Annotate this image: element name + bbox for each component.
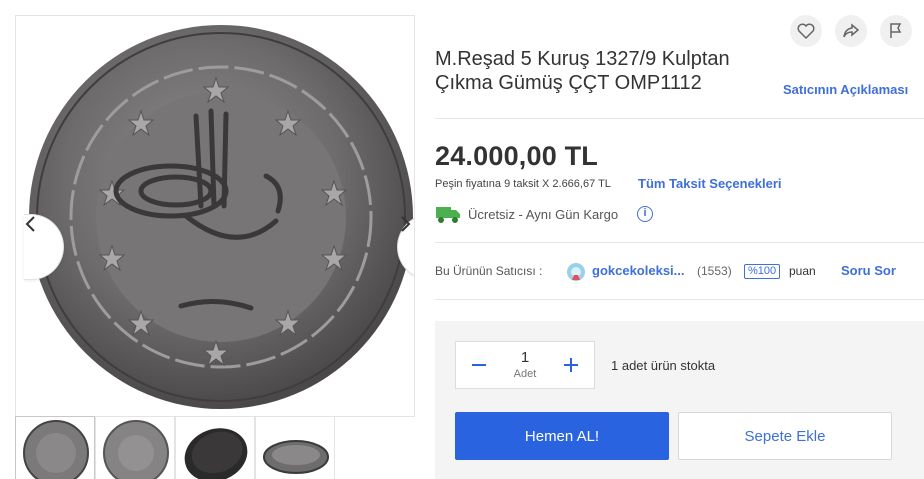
seller-score-label: puan bbox=[789, 264, 816, 278]
thumbnail-3[interactable] bbox=[175, 416, 255, 479]
buy-now-button[interactable]: Hemen AL! bbox=[455, 412, 669, 460]
product-title: M.Reşad 5 Kuruş 1327/9 Kulptan Çıkma Güm… bbox=[435, 48, 730, 94]
thumbnail-2[interactable] bbox=[95, 416, 175, 479]
favorite-button[interactable] bbox=[790, 15, 822, 47]
thumbnail-1[interactable] bbox=[15, 416, 95, 479]
installment-options-link[interactable]: Tüm Taksit Seçenekleri bbox=[638, 176, 782, 191]
divider bbox=[435, 118, 924, 119]
chevron-left-icon bbox=[25, 216, 35, 232]
thumbnail-strip bbox=[15, 416, 335, 479]
installment-text: Peşin fiyatına 9 taksit X 2.666,67 TL bbox=[435, 178, 611, 190]
coin-thumbnail bbox=[103, 420, 169, 479]
decrease-quantity-button[interactable] bbox=[456, 342, 502, 388]
coin-thumbnail bbox=[184, 428, 248, 479]
quantity-unit: Adet bbox=[513, 368, 537, 380]
flag-icon bbox=[890, 23, 902, 38]
divider bbox=[435, 242, 924, 243]
stock-text: 1 adet ürün stokta bbox=[611, 358, 716, 373]
heart-icon bbox=[797, 23, 815, 39]
quantity-stepper: 1 Adet bbox=[455, 341, 595, 389]
info-icon[interactable]: i bbox=[637, 206, 653, 222]
share-button[interactable] bbox=[835, 15, 867, 47]
truck-icon bbox=[436, 207, 460, 223]
seller-name-link[interactable]: gokcekoleksi... bbox=[592, 263, 685, 278]
chevron-right-icon bbox=[401, 216, 411, 232]
seller-description-link[interactable]: Satıcının Açıklaması bbox=[783, 82, 908, 97]
quantity-display[interactable]: 1 Adet bbox=[502, 349, 548, 381]
coin-image bbox=[29, 25, 413, 409]
seller-score-badge: %100 bbox=[744, 264, 781, 279]
quantity-value: 1 bbox=[520, 349, 530, 366]
product-main-image[interactable] bbox=[15, 15, 415, 417]
shipping-text: Ücretsiz - Aynı Gün Kargo bbox=[468, 207, 619, 222]
add-to-cart-button[interactable]: Sepete Ekle bbox=[678, 412, 892, 460]
seller-label: Bu Ürünün Satıcısı : bbox=[435, 264, 543, 278]
coin-thumbnail bbox=[23, 420, 89, 479]
report-button[interactable] bbox=[880, 15, 912, 47]
purchase-box: 1 Adet 1 adet ürün stokta Hemen AL! Sepe… bbox=[435, 321, 924, 479]
share-icon bbox=[843, 23, 860, 38]
increase-quantity-button[interactable] bbox=[548, 342, 594, 388]
ask-question-link[interactable]: Soru Sor bbox=[841, 263, 896, 278]
divider bbox=[435, 299, 924, 300]
plus-icon bbox=[564, 358, 578, 372]
minus-icon bbox=[472, 364, 486, 366]
seller-badge-icon bbox=[567, 263, 585, 281]
thumbnail-4[interactable] bbox=[255, 416, 335, 479]
product-price: 24.000,00 TL bbox=[435, 141, 599, 171]
seller-review-count: (1553) bbox=[697, 264, 732, 278]
coin-thumbnail bbox=[263, 440, 329, 474]
